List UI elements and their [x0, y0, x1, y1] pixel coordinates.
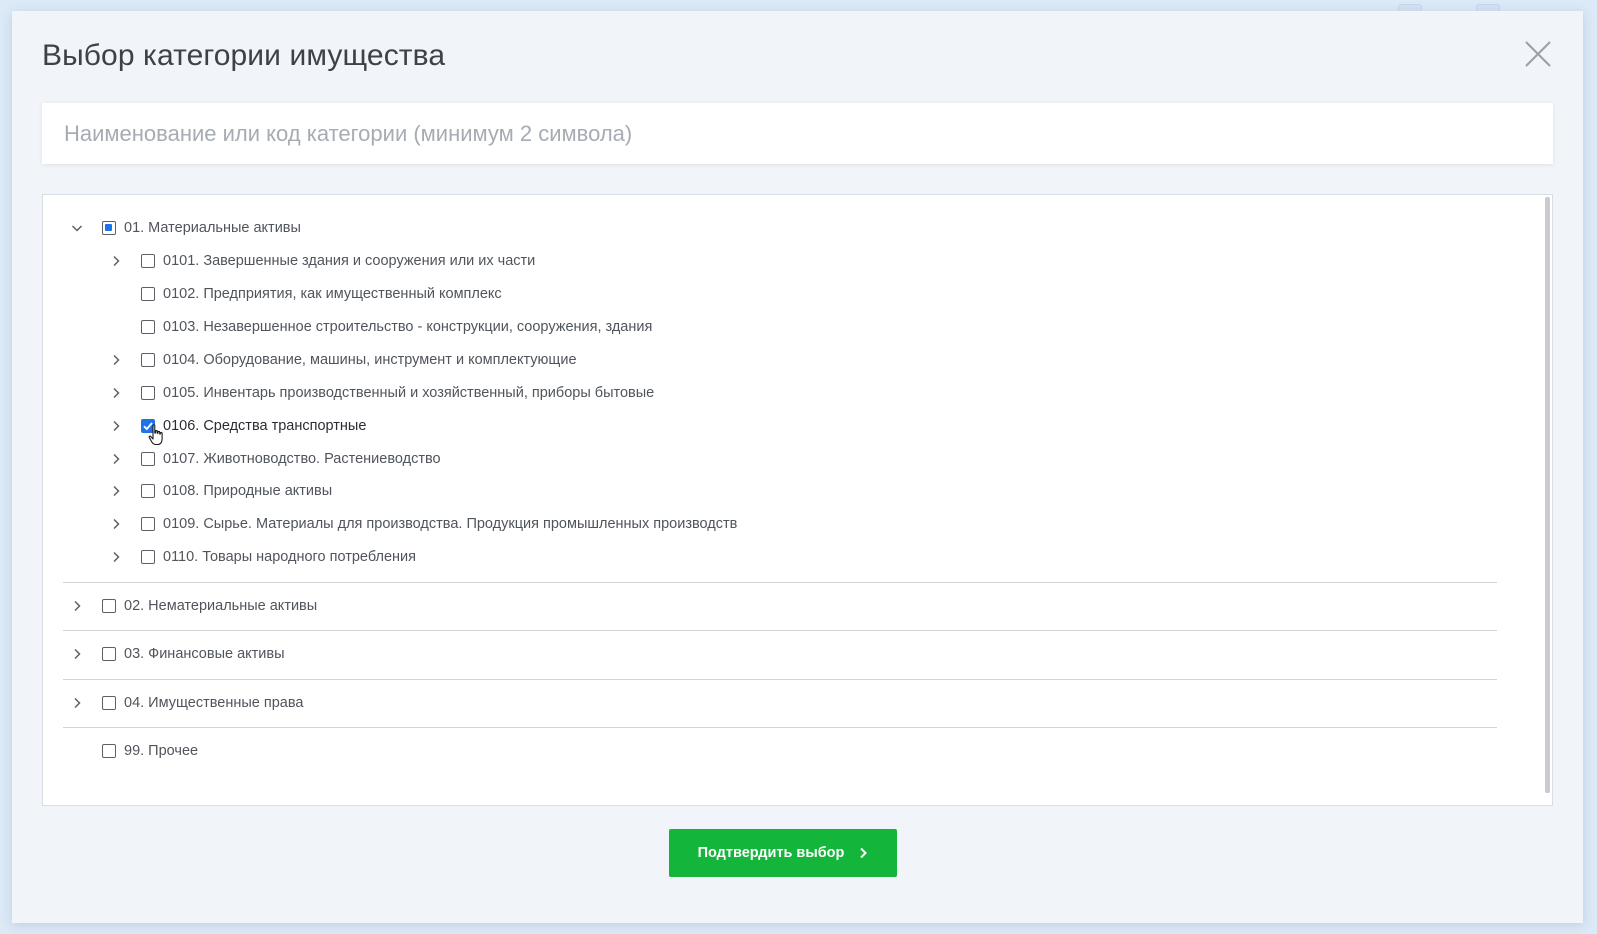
tree-divider: [63, 679, 1497, 680]
chevron-right-icon[interactable]: [110, 420, 122, 432]
chevron-right-icon[interactable]: [110, 255, 122, 267]
tree-group-label: 99. Прочее: [124, 743, 199, 759]
item-0101-checkbox[interactable]: [141, 254, 155, 268]
group-03-checkbox[interactable]: [102, 647, 116, 661]
tree-item-0105[interactable]: 0105. Инвентарь производственный и хозяй…: [141, 381, 654, 405]
item-0107-checkbox[interactable]: [141, 452, 155, 466]
item-0110-checkbox[interactable]: [141, 550, 155, 564]
tree-item-0109[interactable]: 0109. Сырье. Материалы для производства.…: [141, 512, 737, 536]
tree-group-04[interactable]: 04. Имущественные права: [102, 691, 303, 715]
item-0102-checkbox[interactable]: [141, 287, 155, 301]
chevron-right-icon[interactable]: [71, 697, 83, 709]
chevron-right-icon[interactable]: [71, 600, 83, 612]
chevron-right-icon[interactable]: [110, 485, 122, 497]
tree-item-0106[interactable]: 0106. Средства транспортные: [141, 414, 366, 438]
tree-group-02[interactable]: 02. Нематериальные активы: [102, 594, 317, 618]
confirm-selection-button[interactable]: Подтвердить выбор: [669, 829, 897, 877]
tree-item-label: 0107. Животноводство. Растениеводство: [163, 451, 441, 467]
chevron-right-icon[interactable]: [110, 453, 122, 465]
category-select-modal: Выбор категории имущества 01. Материальн…: [12, 11, 1583, 923]
tree-item-0102[interactable]: 0102. Предприятия, как имущественный ком…: [141, 282, 502, 306]
tree-item-0107[interactable]: 0107. Животноводство. Растениеводство: [141, 447, 441, 471]
tree-item-0108[interactable]: 0108. Природные активы: [141, 479, 332, 503]
category-tree: 01. Материальные активы 0101. Завершенны…: [42, 194, 1553, 806]
tree-item-label: 0103. Незавершенное строительство - конс…: [163, 319, 653, 335]
tree-group-01[interactable]: 01. Материальные активы: [102, 216, 301, 240]
chevron-right-icon: [858, 847, 868, 859]
tree-group-label: 01. Материальные активы: [124, 220, 301, 236]
tree-item-label: 0101. Завершенные здания и сооружения ил…: [163, 253, 536, 269]
hand-pointer-icon: [148, 424, 163, 446]
category-search-box: [42, 103, 1553, 164]
group-99-checkbox[interactable]: [102, 744, 116, 758]
tree-group-99[interactable]: 99. Прочее: [102, 739, 198, 763]
tree-item-label: 0109. Сырье. Материалы для производства.…: [163, 516, 738, 532]
close-icon[interactable]: [1523, 39, 1553, 69]
confirm-button-label: Подтвердить выбор: [697, 845, 845, 861]
item-0104-checkbox[interactable]: [141, 353, 155, 367]
tree-item-label: 0104. Оборудование, машины, инструмент и…: [163, 352, 577, 368]
tree-divider: [63, 727, 1497, 728]
tree-group-label: 03. Финансовые активы: [124, 646, 285, 662]
tree-divider: [63, 582, 1497, 583]
modal-title: Выбор категории имущества: [42, 39, 446, 72]
tree-group-03[interactable]: 03. Финансовые активы: [102, 642, 285, 666]
chevron-down-icon[interactable]: [71, 222, 83, 234]
chevron-right-icon[interactable]: [110, 387, 122, 399]
tree-item-label: 0106. Средства транспортные: [163, 418, 367, 434]
tree-scrollbar[interactable]: [1545, 197, 1550, 793]
tree-group-label: 02. Нематериальные активы: [124, 598, 318, 614]
group-02-checkbox[interactable]: [102, 599, 116, 613]
item-0108-checkbox[interactable]: [141, 484, 155, 498]
tree-item-label: 0102. Предприятия, как имущественный ком…: [163, 286, 502, 302]
chevron-right-icon[interactable]: [71, 648, 83, 660]
chevron-right-icon[interactable]: [110, 551, 122, 563]
tree-item-label: 0108. Природные активы: [163, 483, 333, 499]
item-0103-checkbox[interactable]: [141, 320, 155, 334]
tree-item-0110[interactable]: 0110. Товары народного потребления: [141, 545, 416, 569]
tree-item-0104[interactable]: 0104. Оборудование, машины, инструмент и…: [141, 348, 577, 372]
item-0109-checkbox[interactable]: [141, 517, 155, 531]
group-01-checkbox[interactable]: [102, 221, 116, 235]
tree-item-label: 0105. Инвентарь производственный и хозяй…: [163, 385, 655, 401]
chevron-right-icon[interactable]: [110, 518, 122, 530]
tree-item-0101[interactable]: 0101. Завершенные здания и сооружения ил…: [141, 249, 535, 273]
category-search-input[interactable]: [42, 103, 1553, 164]
tree-item-label: 0110. Товары народного потребления: [163, 549, 416, 565]
chevron-right-icon[interactable]: [110, 354, 122, 366]
group-04-checkbox[interactable]: [102, 696, 116, 710]
tree-item-0103[interactable]: 0103. Незавершенное строительство - конс…: [141, 315, 652, 339]
tree-divider: [63, 630, 1497, 631]
item-0105-checkbox[interactable]: [141, 386, 155, 400]
tree-group-label: 04. Имущественные права: [124, 695, 304, 711]
